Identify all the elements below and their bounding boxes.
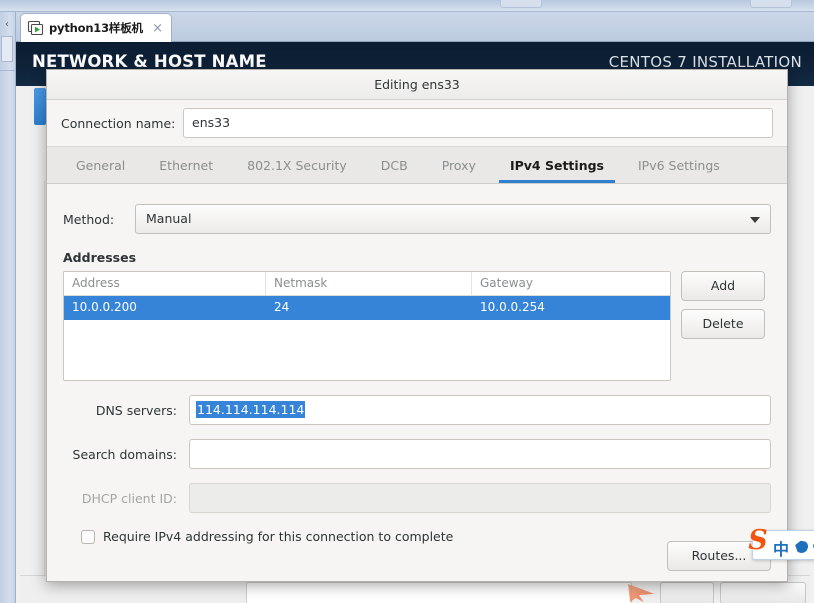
host-tab-bar: python13样板机 × xyxy=(16,12,814,42)
rail-divider xyxy=(0,70,15,71)
dhcp-client-id-label: DHCP client ID: xyxy=(81,490,177,506)
ime-language-mode[interactable]: 中 xyxy=(773,536,789,560)
installer-accent-bar xyxy=(34,88,46,125)
dhcp-client-id-input xyxy=(189,483,771,513)
dhcp-client-id-row: DHCP client ID: xyxy=(63,483,771,513)
cell-netmask: 24 xyxy=(274,300,290,314)
addresses-table-header: Address Netmask Gateway xyxy=(64,272,670,296)
host-ghost-button-1[interactable] xyxy=(500,0,542,8)
dialog-title: Editing ens33 xyxy=(374,77,460,92)
host-top-strip xyxy=(0,0,814,12)
addresses-section-title: Addresses xyxy=(63,250,137,265)
require-ipv4-checkbox[interactable] xyxy=(81,529,95,544)
tab-general[interactable]: General xyxy=(59,147,142,183)
chevron-down-icon xyxy=(750,217,760,223)
method-select[interactable]: Manual xyxy=(135,204,771,234)
search-domains-row: Search domains: xyxy=(63,439,771,469)
sogou-logo-icon[interactable]: S xyxy=(741,525,775,559)
add-button[interactable]: Add xyxy=(681,271,765,301)
delete-button[interactable]: Delete xyxy=(681,309,765,339)
method-label: Method: xyxy=(63,211,115,227)
search-domains-label: Search domains: xyxy=(72,446,177,462)
column-header-address: Address xyxy=(64,272,266,295)
column-header-netmask: Netmask xyxy=(266,272,472,295)
hostname-field[interactable] xyxy=(246,582,632,603)
mouse-cursor-icon xyxy=(628,584,654,602)
tab-dcb[interactable]: DCB xyxy=(364,147,425,183)
connection-name-row: Connection name: ens33 xyxy=(47,100,787,146)
close-icon[interactable]: × xyxy=(150,22,165,35)
tab-ipv6-settings[interactable]: IPv6 Settings xyxy=(621,147,737,183)
tab-8021x-security[interactable]: 802.1X Security xyxy=(230,147,364,183)
dialog-tabs: General Ethernet 802.1X Security DCB Pro… xyxy=(47,146,787,184)
dns-servers-value: 114.114.114.114 xyxy=(196,401,306,418)
vm-tab-label: python13样板机 xyxy=(49,21,143,35)
virtual-machine-icon xyxy=(27,19,45,37)
crescent-moon-icon[interactable] xyxy=(793,538,809,554)
dns-servers-input[interactable]: 114.114.114.114 xyxy=(189,395,771,425)
method-row: Method: Manual xyxy=(63,204,771,234)
vm-tab-python13[interactable]: python13样板机 × xyxy=(20,13,172,42)
editing-connection-dialog: Editing ens33 Connection name: ens33 Gen… xyxy=(46,69,788,582)
installer-button-1[interactable] xyxy=(660,582,714,603)
require-ipv4-row[interactable]: Require IPv4 addressing for this connect… xyxy=(63,529,771,544)
tab-proxy[interactable]: Proxy xyxy=(425,147,493,183)
installer-left-edge xyxy=(44,181,45,603)
addresses-buttons: Add Delete xyxy=(681,271,765,339)
dialog-title-bar: Editing ens33 xyxy=(47,70,787,100)
ipv4-settings-panel: Method: Manual Addresses Address Netmask… xyxy=(47,184,787,581)
rail-collapse-icon[interactable]: ‹ xyxy=(1,18,13,32)
cell-gateway: 10.0.0.254 xyxy=(480,300,545,314)
tab-ethernet[interactable]: Ethernet xyxy=(142,147,230,183)
search-domains-input[interactable] xyxy=(189,439,771,469)
sogou-ime-toolbar[interactable]: S 中 xyxy=(748,525,814,560)
screen: ‹ python13样板机 × NETWORK & HOST NAME CENT… xyxy=(0,0,814,603)
require-ipv4-label: Require IPv4 addressing for this connect… xyxy=(103,529,454,544)
method-value: Manual xyxy=(146,211,192,226)
connection-name-input[interactable]: ens33 xyxy=(183,108,773,138)
column-header-gateway: Gateway xyxy=(480,276,534,290)
table-row[interactable]: 10.0.0.200 24 10.0.0.254 xyxy=(64,296,670,320)
connection-name-label: Connection name: xyxy=(61,115,176,131)
dns-servers-label: DNS servers: xyxy=(95,402,177,418)
host-left-rail: ‹ xyxy=(0,12,16,603)
tab-ipv4-settings[interactable]: IPv4 Settings xyxy=(493,147,621,183)
dns-servers-row: DNS servers: 114.114.114.114 xyxy=(63,395,771,425)
installer-button-2[interactable] xyxy=(720,582,806,603)
rail-thumbnail[interactable] xyxy=(1,36,13,62)
addresses-table[interactable]: Address Netmask Gateway 10.0.0.200 24 10… xyxy=(63,271,671,381)
addresses-area: Address Netmask Gateway 10.0.0.200 24 10… xyxy=(63,271,771,381)
host-ghost-button-2[interactable] xyxy=(750,0,792,8)
cell-address: 10.0.0.200 xyxy=(72,300,137,314)
